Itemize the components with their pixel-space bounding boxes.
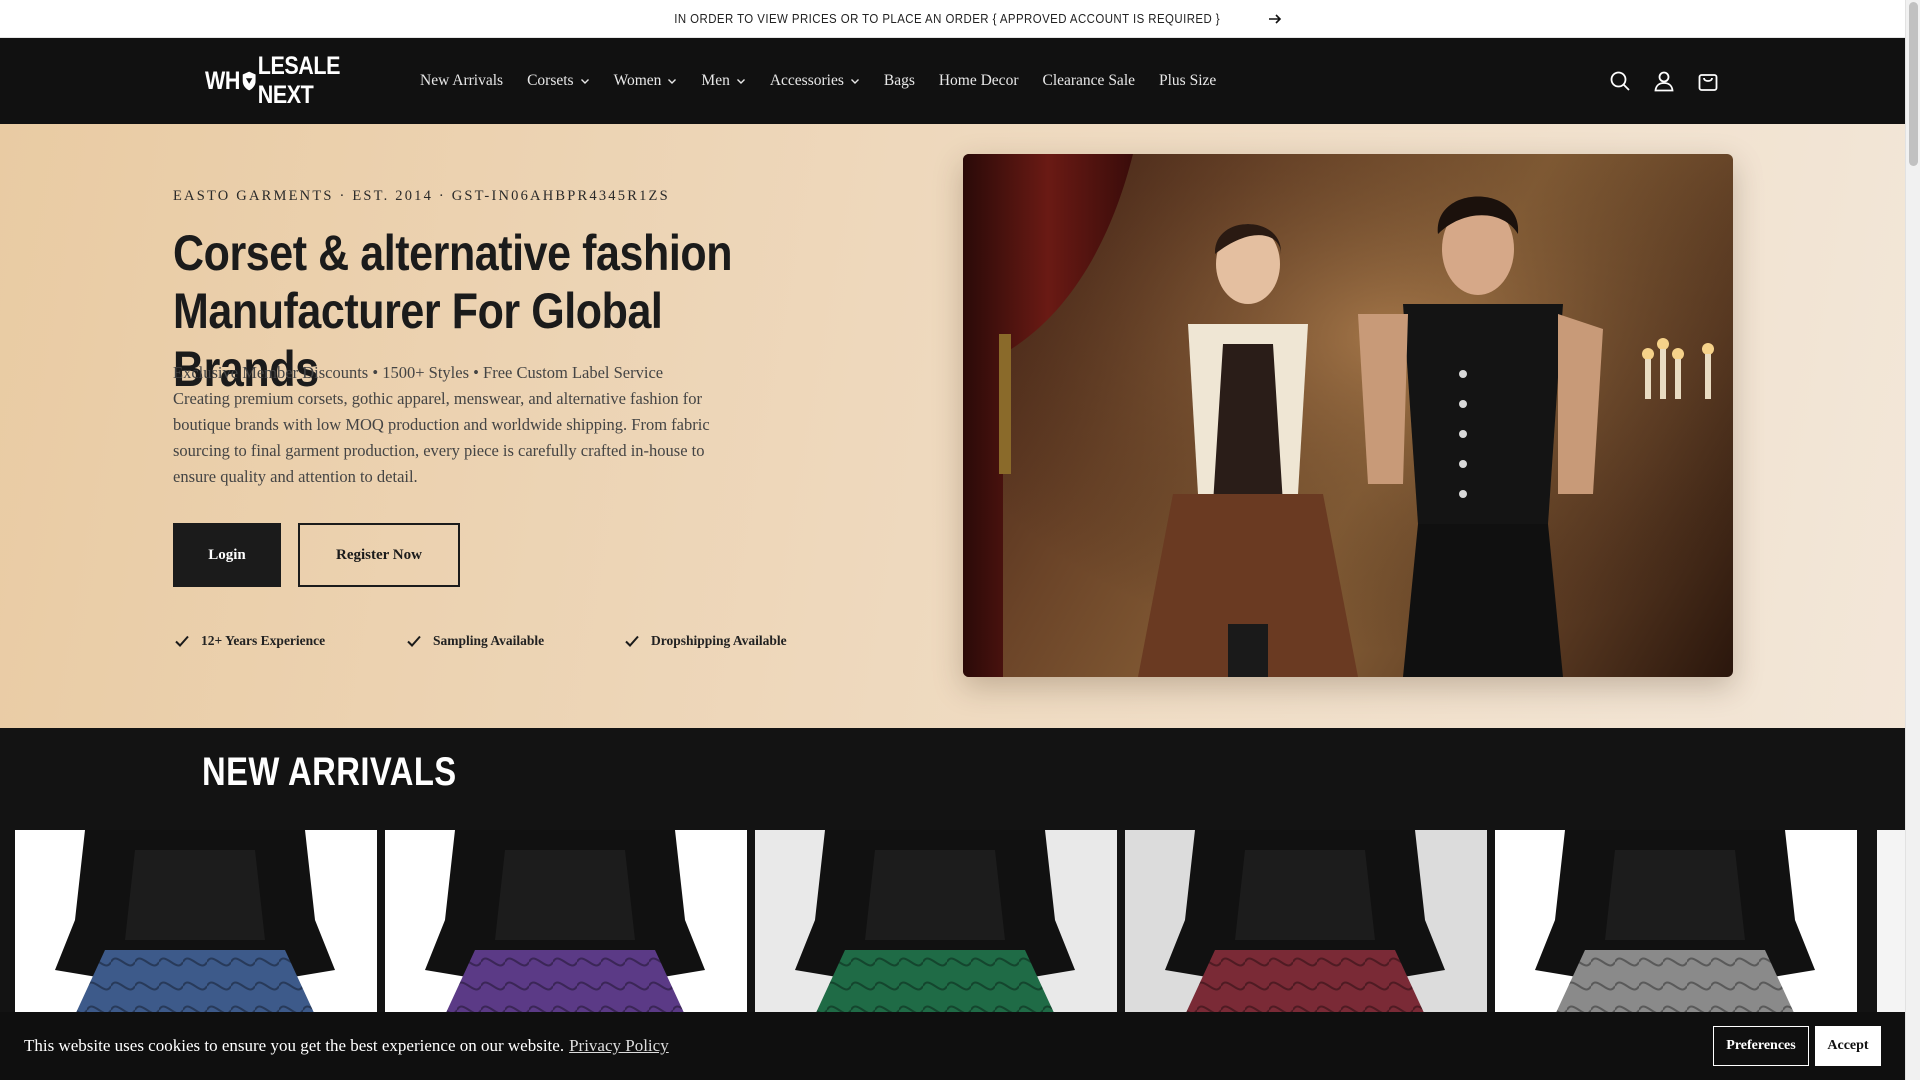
nav-item-label: Bags xyxy=(883,72,915,89)
announcement-text: IN ORDER TO VIEW PRICES OR TO PLACE AN O… xyxy=(674,11,1220,26)
nav-item-label: Men xyxy=(701,72,730,89)
chevron-down-icon xyxy=(580,79,589,84)
feature-label: 12+ Years Experience xyxy=(201,633,326,648)
nav-item-new-arrivals[interactable]: New Arrivals xyxy=(408,72,515,90)
feature-item: 12+ Years Experience xyxy=(173,632,405,650)
nav-item-men[interactable]: Men xyxy=(689,72,757,90)
hero-section: EASTO GARMENTS · EST. 2014 · GST-IN06AHB… xyxy=(0,124,1920,728)
check-icon xyxy=(407,635,421,647)
feature-list: 12+ Years Experience Sampling Available Dr… xyxy=(173,632,823,650)
check-icon xyxy=(625,635,639,647)
nav-item-clearance-sale[interactable]: Clearance Sale xyxy=(1030,72,1147,90)
logo-text-left: WH xyxy=(205,66,240,95)
feature-label: Sampling Available xyxy=(433,633,545,648)
site-logo[interactable]: WH LESALE NEXT xyxy=(205,52,392,110)
cookie-banner: This website uses cookies to ensure you … xyxy=(0,1012,1905,1080)
hero-photo-illustration xyxy=(963,154,1733,677)
site-header: WH LESALE NEXT New Arrivals Corsets Women M… xyxy=(0,38,1920,124)
new-arrivals-title: NEW ARRIVALS xyxy=(202,750,457,794)
nav-item-women[interactable]: Women xyxy=(602,72,690,90)
nav-item-corsets[interactable]: Corsets xyxy=(515,72,602,90)
register-button[interactable]: Register Now xyxy=(298,523,460,587)
announcement-bar[interactable]: IN ORDER TO VIEW PRICES OR TO PLACE AN O… xyxy=(0,0,1920,38)
hero-description: Exclusive Member Discounts • 1500+ Style… xyxy=(173,360,733,490)
hero-buttons: Login Register Now xyxy=(173,523,460,587)
headline-line-1: Corset & alternative fashion xyxy=(173,225,733,281)
check-icon xyxy=(175,635,189,647)
cart-icon[interactable] xyxy=(1696,69,1720,93)
feature-item: Dropshipping Available xyxy=(623,632,823,650)
login-button[interactable]: Login xyxy=(173,523,281,587)
scrollbar-thumb[interactable] xyxy=(1909,2,1918,166)
nav-item-label: Plus Size xyxy=(1159,72,1217,89)
cookie-message: This website uses cookies to ensure you … xyxy=(24,1036,565,1055)
nav-item-label: Accessories xyxy=(769,72,844,89)
header-icons xyxy=(1608,38,1720,124)
nav-item-plus-size[interactable]: Plus Size xyxy=(1147,72,1228,90)
hero-description-line1: Exclusive Member Discounts • 1500+ Style… xyxy=(173,363,664,382)
logo-shield-icon xyxy=(242,71,256,91)
nav-item-label: Home Decor xyxy=(938,72,1019,89)
privacy-policy-link[interactable]: Privacy Policy xyxy=(569,1036,669,1056)
hero-eyebrow: EASTO GARMENTS · EST. 2014 · GST-IN06AHB… xyxy=(173,188,670,204)
cookie-buttons: Preferences Accept xyxy=(1713,1026,1881,1066)
logo-text-right: LESALE NEXT xyxy=(257,52,341,109)
account-icon[interactable] xyxy=(1652,69,1676,93)
arrow-right-icon xyxy=(1269,13,1282,24)
nav-item-accessories[interactable]: Accessories xyxy=(758,72,872,90)
nav-item-label: Women xyxy=(613,72,662,89)
nav-item-label: New Arrivals xyxy=(420,72,504,89)
nav-item-bags[interactable]: Bags xyxy=(872,72,927,90)
feature-item: Sampling Available xyxy=(405,632,623,650)
chevron-down-icon xyxy=(668,79,677,84)
chevron-down-icon xyxy=(850,79,859,84)
main-nav: New Arrivals Corsets Women Men Accessories Ba… xyxy=(408,72,1228,90)
nav-item-label: Clearance Sale xyxy=(1042,72,1135,89)
accept-button[interactable]: Accept xyxy=(1815,1026,1881,1066)
page-scrollbar[interactable] xyxy=(1905,0,1920,1080)
search-icon[interactable] xyxy=(1608,69,1632,93)
chevron-down-icon xyxy=(736,79,745,84)
nav-item-home-decor[interactable]: Home Decor xyxy=(927,72,1031,90)
hero-description-body: Creating premium corsets, gothic apparel… xyxy=(173,389,710,486)
nav-item-label: Corsets xyxy=(527,72,574,89)
hero-image xyxy=(963,154,1733,677)
preferences-button[interactable]: Preferences xyxy=(1713,1026,1809,1066)
feature-label: Dropshipping Available xyxy=(651,633,787,648)
